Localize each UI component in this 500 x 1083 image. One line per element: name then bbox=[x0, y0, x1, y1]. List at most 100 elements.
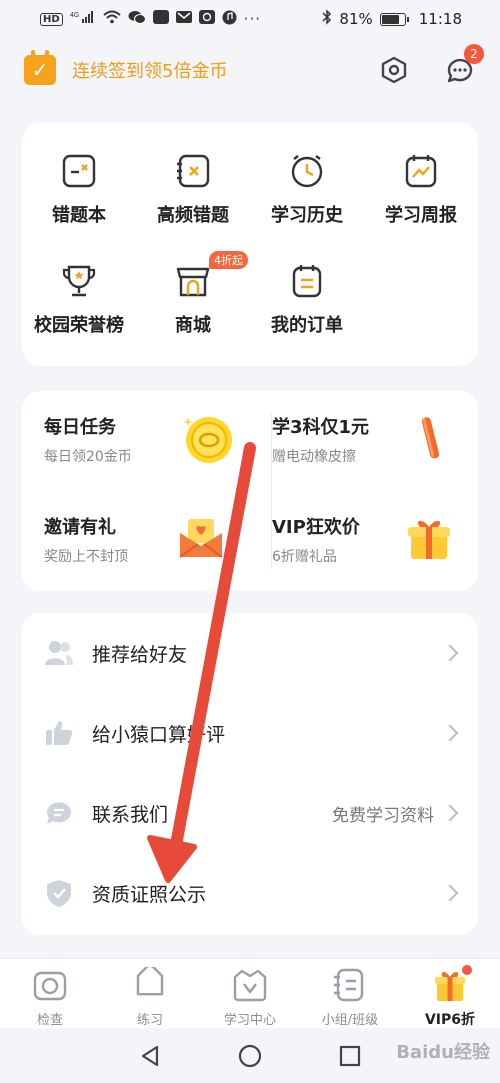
friends-icon bbox=[44, 638, 74, 668]
grid-item-label: 学习历史 bbox=[271, 205, 343, 226]
wifi-icon bbox=[103, 10, 121, 28]
grid-item-weekly-report[interactable]: 学习周报 bbox=[364, 151, 478, 227]
list-item-qualifications[interactable]: 资质证照公示 bbox=[22, 853, 478, 933]
settings-button[interactable] bbox=[378, 54, 410, 86]
clock-icon bbox=[287, 151, 327, 191]
shield-icon bbox=[44, 878, 74, 908]
store-icon: 4折起 bbox=[173, 251, 248, 301]
checkin-banner-text[interactable]: 连续签到领5倍金币 bbox=[72, 57, 227, 83]
chevron-right-icon bbox=[441, 644, 459, 662]
camera-icon bbox=[32, 967, 68, 1003]
shield-notification-icon bbox=[198, 10, 215, 28]
envelope-icon bbox=[176, 513, 226, 563]
grid-item-honor-roll[interactable]: 校园荣誉榜 bbox=[22, 261, 136, 337]
settings-hexagon-icon bbox=[381, 56, 407, 84]
store-discount-tag: 4折起 bbox=[209, 251, 248, 269]
battery-percent: 81% bbox=[339, 10, 373, 28]
list-item-contact-us[interactable]: 联系我们 免费学习资料 bbox=[22, 773, 478, 853]
grid-item-frequent-mistakes[interactable]: 高频错题 bbox=[136, 151, 250, 227]
tab-notification-dot bbox=[462, 965, 472, 975]
tab-practice[interactable]: 练习 bbox=[100, 959, 200, 1028]
checkin-calendar-icon[interactable]: ✓ bbox=[24, 50, 56, 85]
list-item-label: 资质证照公示 bbox=[92, 883, 207, 906]
task-subtitle: 奖励上不封顶 bbox=[44, 549, 128, 565]
grid-item-mistake-book[interactable]: 错题本 bbox=[22, 151, 136, 227]
task-vip-sale[interactable]: VIP狂欢价 6折赠礼品 bbox=[250, 491, 476, 591]
recents-button[interactable] bbox=[335, 1041, 365, 1071]
task-three-subjects[interactable]: 学3科仅1元 赠电动橡皮擦 bbox=[250, 391, 476, 491]
tasks-card: 每日任务 每日领20金币 学3科仅1元 赠电动橡皮擦 邀请有礼 奖励上不封顶 V… bbox=[22, 391, 478, 591]
chat-icon bbox=[44, 798, 74, 828]
back-button[interactable] bbox=[135, 1041, 165, 1071]
mistake-book-icon bbox=[59, 151, 99, 191]
back-triangle-icon bbox=[141, 1045, 159, 1066]
coin-icon bbox=[182, 413, 232, 463]
task-subtitle: 6折赠礼品 bbox=[272, 549, 337, 565]
list-item-recommend[interactable]: 推荐给好友 bbox=[22, 613, 478, 693]
tab-group-class[interactable]: 小组/班级 bbox=[300, 959, 400, 1028]
chevron-right-icon bbox=[441, 884, 459, 902]
list-item-rate-app[interactable]: 给小猿口算好评 bbox=[22, 693, 478, 773]
task-title: 每日任务 bbox=[44, 417, 116, 438]
trophy-icon bbox=[59, 261, 99, 301]
gift-icon bbox=[404, 513, 454, 563]
tab-label: VIP6折 bbox=[424, 1012, 476, 1028]
mail-notification-icon bbox=[175, 10, 192, 28]
home-circle-icon bbox=[238, 1044, 262, 1067]
grid-item-my-orders[interactable]: 我的订单 bbox=[250, 261, 364, 337]
grid-item-label: 商城 bbox=[175, 315, 211, 336]
task-subtitle: 每日领20金币 bbox=[44, 449, 132, 465]
task-invite[interactable]: 邀请有礼 奖励上不封顶 bbox=[22, 491, 248, 591]
grid-item-store[interactable]: 4折起 商城 bbox=[136, 251, 250, 337]
list-item-label: 推荐给好友 bbox=[92, 643, 188, 666]
messages-button[interactable]: 2 bbox=[444, 44, 484, 86]
tab-label: 小组/班级 bbox=[321, 1013, 379, 1028]
grid-item-study-history[interactable]: 学习历史 bbox=[250, 151, 364, 227]
task-daily[interactable]: 每日任务 每日领20金币 bbox=[22, 391, 248, 491]
task-title: VIP狂欢价 bbox=[272, 517, 360, 538]
home-button[interactable] bbox=[235, 1041, 265, 1071]
orders-icon bbox=[287, 261, 327, 301]
vip-gift-icon bbox=[432, 965, 472, 1003]
more-notifications-icon: ··· bbox=[243, 10, 261, 28]
tab-vip[interactable]: VIP6折 bbox=[400, 959, 500, 1028]
grid-item-label: 我的订单 bbox=[271, 315, 343, 336]
hd-icon: HD bbox=[40, 12, 63, 26]
grid-item-label: 校园荣誉榜 bbox=[34, 315, 124, 336]
battery-level-fill bbox=[381, 14, 399, 24]
chevron-right-icon bbox=[441, 804, 459, 822]
watermark-text: Baidu经验 bbox=[396, 1042, 490, 1063]
header: ✓ 连续签到领5倍金币 2 bbox=[0, 40, 500, 100]
tasks-divider bbox=[271, 413, 272, 569]
group-icon bbox=[332, 967, 368, 1003]
task-title: 学3科仅1元 bbox=[272, 417, 370, 438]
tab-study-center[interactable]: 学习中心 bbox=[200, 959, 300, 1028]
frequent-mistakes-icon bbox=[173, 151, 213, 191]
recents-square-icon bbox=[339, 1045, 361, 1066]
wechat-icon bbox=[128, 10, 146, 29]
thumbs-up-icon bbox=[44, 718, 74, 748]
header-actions: 2 bbox=[378, 44, 484, 86]
status-bar: HD 4G ··· 81% 11:18 bbox=[0, 0, 500, 38]
bluetooth-icon bbox=[322, 9, 332, 29]
grid-item-label: 学习周报 bbox=[385, 205, 457, 226]
grid-item-label: 高频错题 bbox=[157, 205, 229, 226]
signal-label: 4G bbox=[70, 12, 79, 19]
list-item-label: 联系我们 bbox=[92, 803, 169, 826]
music-icon bbox=[222, 10, 237, 29]
list-item-label: 给小猿口算好评 bbox=[92, 723, 226, 746]
weekly-report-icon bbox=[401, 151, 441, 191]
settings-list-card: 推荐给好友 给小猿口算好评 联系我们 免费学习资料 资质证照公示 bbox=[22, 613, 478, 935]
task-title: 邀请有礼 bbox=[44, 517, 116, 538]
message-count-badge: 2 bbox=[464, 44, 484, 64]
study-center-icon bbox=[232, 967, 268, 1003]
bottom-tab-bar: 检查 练习 学习中心 小组/班级 VIP6折 bbox=[0, 958, 500, 1028]
tag-icon bbox=[132, 964, 168, 1003]
list-item-extra: 免费学习资料 bbox=[332, 805, 434, 826]
tools-grid-card: 错题本 高频错题 学习历史 学习周报 校园荣誉榜 4折起 商城 我的订单 bbox=[22, 123, 478, 366]
tab-check[interactable]: 检查 bbox=[0, 959, 100, 1028]
app-notification-icon bbox=[152, 10, 169, 28]
task-subtitle: 赠电动橡皮擦 bbox=[272, 449, 356, 465]
battery-icon bbox=[379, 12, 409, 26]
chevron-right-icon bbox=[441, 724, 459, 742]
